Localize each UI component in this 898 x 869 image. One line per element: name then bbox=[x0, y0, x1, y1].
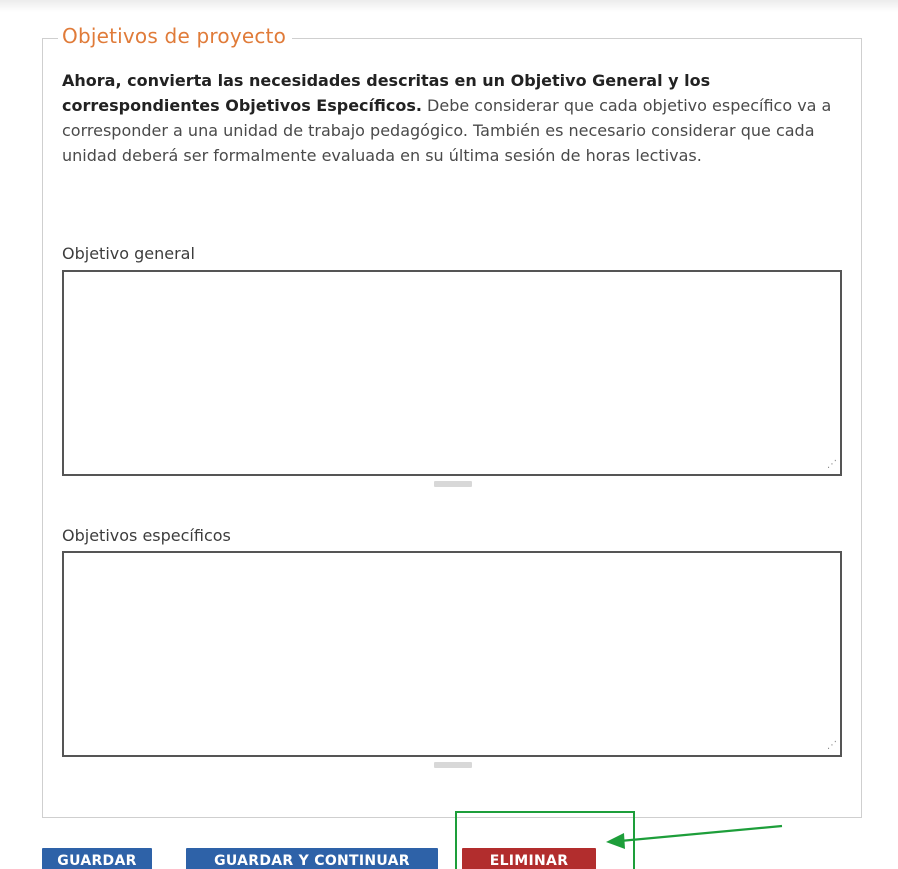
form-panel: Objetivos de proyecto Ahora, convierta l… bbox=[0, 0, 898, 869]
arrow-left-icon bbox=[606, 824, 783, 849]
page: Objetivos de proyecto Ahora, convierta l… bbox=[0, 0, 898, 869]
